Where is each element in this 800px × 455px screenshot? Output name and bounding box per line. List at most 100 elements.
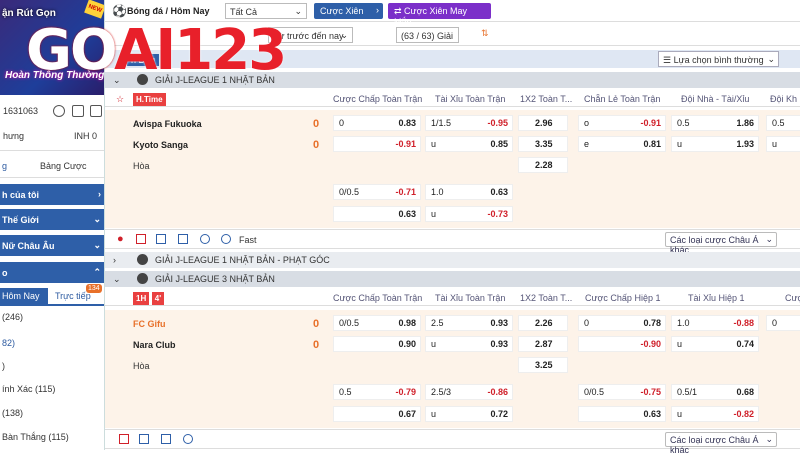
play-icon[interactable] <box>119 434 129 444</box>
combo-bet-button[interactable]: Cược Xiên › <box>314 3 383 19</box>
odds-cell[interactable]: u -0.73 <box>425 206 513 222</box>
odds-cell[interactable]: 1/1.5 -0.95 <box>425 115 513 131</box>
odds-cell[interactable]: 3.35 <box>518 136 568 152</box>
odds-cell[interactable]: 0.63 <box>578 406 666 422</box>
odds-cell[interactable]: 2.26 <box>518 315 568 331</box>
odds-cell[interactable]: u 0.85 <box>425 136 513 152</box>
odds-cell[interactable]: 2.5/3 -0.86 <box>425 384 513 400</box>
odds-cell[interactable]: 0.67 <box>333 406 421 422</box>
odds-price: 0.72 <box>490 409 508 419</box>
odds-cell[interactable]: u -0.82 <box>671 406 759 422</box>
sidebar-list-item[interactable]: 82) <box>2 338 15 348</box>
odds-cell[interactable]: 0.5 1.86 <box>671 115 759 131</box>
odds-cell[interactable]: u 1.93 <box>671 136 759 152</box>
odds-price: 0.68 <box>736 387 754 397</box>
odds-cell[interactable]: 2.96 <box>518 115 568 131</box>
subtab-live[interactable]: Trực tiếp <box>55 291 91 301</box>
league-header[interactable]: ⌄ GIẢI J-LEAGUE 1 NHẬT BẢN <box>105 72 800 88</box>
odds-cell[interactable]: 0.5 <box>766 115 800 131</box>
filter-select[interactable]: Tất Cả ⌄ <box>225 3 307 19</box>
sort-value: Lựa chọn bình thường <box>673 55 764 65</box>
odds-cell[interactable]: e 0.81 <box>578 136 666 152</box>
menu-football[interactable]: o ⌃ <box>0 262 104 283</box>
league-count[interactable]: (63 / 63) Giải <box>396 27 459 43</box>
odds-cell[interactable]: 0/0.5 0.98 <box>333 315 421 331</box>
sidebar-list-item[interactable]: (246) <box>2 312 23 322</box>
other-bets-button[interactable]: Các loại cược Châu Á khác ⌄ <box>665 432 777 455</box>
odds-cell[interactable]: 3.25 <box>518 357 568 373</box>
odds-cell[interactable]: 2.87 <box>518 336 568 352</box>
odds-cell[interactable]: 0/0.5 -0.71 <box>333 184 421 200</box>
logo: GOAI123 <box>26 18 287 83</box>
odds-cell[interactable]: 0 <box>766 315 800 331</box>
clock-icon[interactable] <box>221 234 231 244</box>
odds-cell[interactable]: 0 0.83 <box>333 115 421 131</box>
play-icon[interactable] <box>136 234 146 244</box>
odds-handicap: u <box>677 409 683 419</box>
odds-cell[interactable]: 0.90 <box>333 336 421 352</box>
mail-icon[interactable] <box>90 105 102 117</box>
refresh-icon[interactable] <box>183 434 193 444</box>
column-header: 1X2 Toàn T... <box>520 94 573 104</box>
odds-cell[interactable]: 0 0.78 <box>578 315 666 331</box>
column-headers: Cược Chấp Toàn Trận Tài Xỉu Toàn Trận 1X… <box>105 290 800 306</box>
refresh-icon[interactable] <box>53 105 65 117</box>
subtab-today[interactable]: Hôm Nay <box>0 288 48 304</box>
match-row: FC Gifu Nara Club Hòa 0 0 0/0.5 0.98 2.5 0… <box>105 310 800 428</box>
sidebar-list-item[interactable]: (138) <box>2 408 23 418</box>
odds-handicap: u <box>772 139 778 149</box>
odds-price: -0.79 <box>395 387 416 397</box>
odds-cell[interactable]: o -0.91 <box>578 115 666 131</box>
column-header: Tài Xỉu Toàn Trận <box>435 293 506 303</box>
fast-label[interactable]: Fast <box>239 235 257 245</box>
sidebar-list-item[interactable]: ính Xác (115) <box>2 384 55 394</box>
sidebar-tabs: g Bảng Cược <box>0 150 104 178</box>
menu-my-bets[interactable]: h của tôi › <box>0 184 104 205</box>
refresh-icon[interactable] <box>200 234 210 244</box>
league-header[interactable]: › GIẢI J-LEAGUE 1 NHẬT BẢN - PHẠT GÓC <box>105 252 800 268</box>
odds-cell[interactable]: 1.0 0.63 <box>425 184 513 200</box>
chart-icon[interactable] <box>178 234 188 244</box>
button-label: Các loại cược Châu Á khác <box>670 435 759 455</box>
table-icon[interactable] <box>156 234 166 244</box>
column-header: Chẵn Lẻ Toàn Trận <box>584 94 661 104</box>
odds-cell[interactable]: u 0.93 <box>425 336 513 352</box>
odds-cell[interactable]: 0.5 -0.79 <box>333 384 421 400</box>
new-badge: NEW <box>84 0 104 19</box>
table-icon[interactable] <box>139 434 149 444</box>
sort-select[interactable]: ☰ Lựa chọn bình thường ⌄ <box>658 51 779 67</box>
odds-cell[interactable]: u <box>766 136 800 152</box>
odds-handicap: 1.0 <box>677 318 690 328</box>
odds-cell[interactable]: -0.90 <box>578 336 666 352</box>
odds-handicap: u <box>677 339 683 349</box>
star-icon[interactable]: ☆ <box>116 94 124 105</box>
other-bets-button[interactable]: Các loại cược Châu Á khác ⌄ <box>665 232 777 255</box>
league-count-value: (63 / 63) Giải <box>401 31 454 41</box>
odds-cell[interactable]: -0.91 <box>333 136 421 152</box>
sidebar-list-item[interactable]: ) <box>2 361 5 371</box>
league-header[interactable]: ⌄ GIẢI J-LEAGUE 3 NHẬT BẢN <box>105 271 800 287</box>
menu-world[interactable]: Thế Giới ⌄ <box>0 209 104 230</box>
odds-price: -0.91 <box>640 118 661 128</box>
odds-price: 1.86 <box>736 118 754 128</box>
odds-cell[interactable]: 1.0 -0.88 <box>671 315 759 331</box>
odds-cell[interactable]: 0.5/1 0.68 <box>671 384 759 400</box>
tab-bet-slip[interactable]: Bảng Cược <box>40 161 86 171</box>
menu-women-europe[interactable]: Nữ Châu Âu ⌄ <box>0 235 104 256</box>
odds-cell[interactable]: u 0.74 <box>671 336 759 352</box>
odds-cell[interactable]: 2.28 <box>518 157 568 173</box>
odds-cell[interactable]: 0.63 <box>333 206 421 222</box>
odds-cell[interactable]: 2.5 0.93 <box>425 315 513 331</box>
lucky-combo-button[interactable]: ⇄ Cược Xiên May Mắn <box>388 3 491 27</box>
match-status: 1H <box>133 292 150 305</box>
sort-icon[interactable]: ⇅ <box>481 28 489 39</box>
live-icon[interactable]: ● <box>117 233 124 245</box>
odds-cell[interactable]: 0/0.5 -0.75 <box>578 384 666 400</box>
odds-price: -0.73 <box>487 209 508 219</box>
chevron-up-icon: ⌃ <box>93 267 101 277</box>
tab-sports[interactable]: g <box>2 161 7 171</box>
chart-icon[interactable] <box>161 434 171 444</box>
copy-icon[interactable] <box>72 105 84 117</box>
sidebar-list-item[interactable]: Bàn Thắng (115) <box>2 432 69 442</box>
odds-cell[interactable]: u 0.72 <box>425 406 513 422</box>
